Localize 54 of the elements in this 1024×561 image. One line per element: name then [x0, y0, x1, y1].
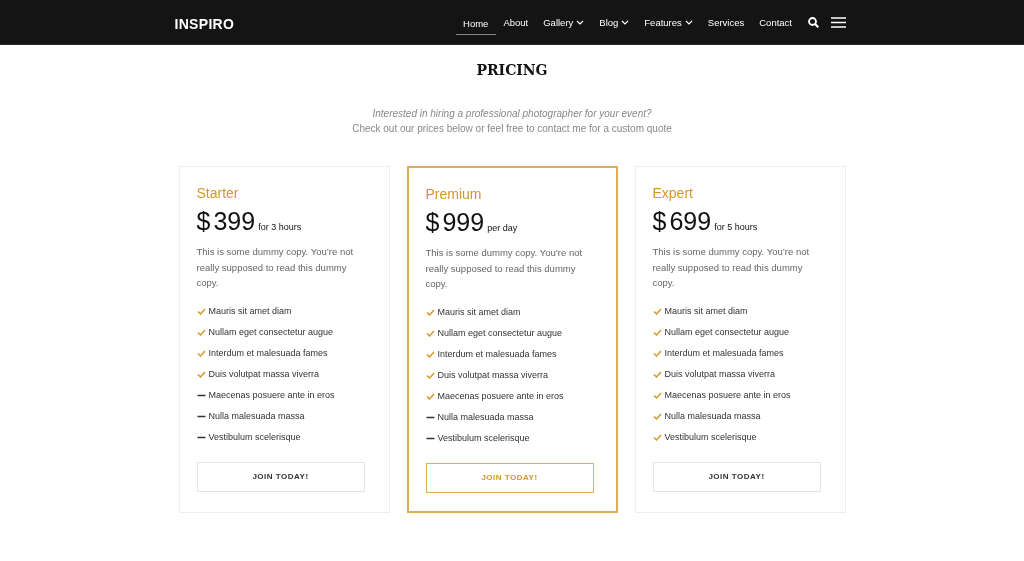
chevron-down-icon — [576, 20, 585, 25]
feature-text: Mauris sit amet diam — [208, 306, 292, 316]
section-title: PRICING — [476, 62, 548, 78]
join-button[interactable]: JOIN TODAY! — [196, 461, 365, 492]
feature-text: Nullam eget consectetur augue — [208, 327, 334, 337]
feature-text: Maecenas posuere ante in eros — [437, 391, 564, 401]
price-period: for 3 hours — [258, 222, 302, 232]
feature-text: Interdum et malesuada fames — [664, 348, 784, 358]
currency-symbol: $ — [652, 207, 667, 236]
feature-text: Duis volutpat massa viverra — [664, 369, 776, 379]
nav-link[interactable]: Gallery — [535, 9, 592, 35]
currency-symbol: $ — [196, 207, 211, 236]
feature-text: Vestibulum scelerisque — [208, 432, 301, 442]
section-intro: Check out our prices below or feel free to contact me for a custom quote — [352, 123, 672, 134]
plan-description: This is some dummy copy. You’re not really supposed to read this dummy copy. — [425, 246, 584, 291]
feature-text: Duis volutpat massa viverra — [437, 370, 549, 380]
chevron-down-icon — [684, 20, 693, 25]
nav-link[interactable]: Home — [455, 9, 496, 35]
feature-text: Mauris sit amet diam — [664, 306, 748, 316]
feature-text: Nulla malesuada massa — [208, 411, 305, 421]
section-subtitle: Interested in hiring a professional photographer for your event? — [372, 108, 652, 119]
nav-link[interactable]: Contact — [751, 9, 800, 35]
search-icon — [807, 16, 819, 28]
feature-text: Mauris sit amet diam — [437, 307, 521, 317]
plan-description: This is some dummy copy. You’re not really supposed to read this dummy copy. — [652, 245, 811, 290]
plan-name: Premium — [425, 186, 483, 202]
logo[interactable]: INSPIRO — [174, 12, 235, 32]
feature-text: Nulla malesuada massa — [664, 411, 761, 421]
nav-link[interactable]: Services — [700, 9, 752, 35]
feature-text: Nullam eget consectetur augue — [664, 327, 790, 337]
feature-text: Vestibulum scelerisque — [664, 432, 757, 442]
price-amount: 399 — [213, 207, 256, 236]
nav-link[interactable]: Features — [636, 9, 701, 35]
price-amount: 999 — [442, 208, 485, 237]
feature-text: Duis volutpat massa viverra — [208, 369, 320, 379]
feature-text: Interdum et malesuada fames — [208, 348, 328, 358]
feature-text: Vestibulum scelerisque — [437, 433, 530, 443]
nav-link[interactable]: About — [495, 9, 536, 35]
join-button[interactable]: JOIN TODAY! — [652, 461, 821, 492]
currency-symbol: $ — [425, 208, 440, 237]
feature-text: Nullam eget consectetur augue — [437, 328, 563, 338]
plan-name: Expert — [652, 185, 694, 201]
nav-link[interactable]: Blog — [591, 9, 637, 35]
price-amount: 699 — [669, 207, 712, 236]
feature-text: Interdum et malesuada fames — [437, 349, 557, 359]
feature-text: Maecenas posuere ante in eros — [208, 390, 335, 400]
plan-name: Starter — [196, 185, 240, 201]
menu-icon — [830, 16, 846, 28]
plan-description: This is some dummy copy. You’re not really supposed to read this dummy copy. — [196, 245, 355, 290]
feature-text: Nulla malesuada massa — [437, 412, 534, 422]
feature-text: Maecenas posuere ante in eros — [664, 390, 791, 400]
price-period: for 5 hours — [714, 222, 758, 232]
price-period: per day — [487, 223, 518, 233]
chevron-down-icon — [621, 20, 630, 25]
